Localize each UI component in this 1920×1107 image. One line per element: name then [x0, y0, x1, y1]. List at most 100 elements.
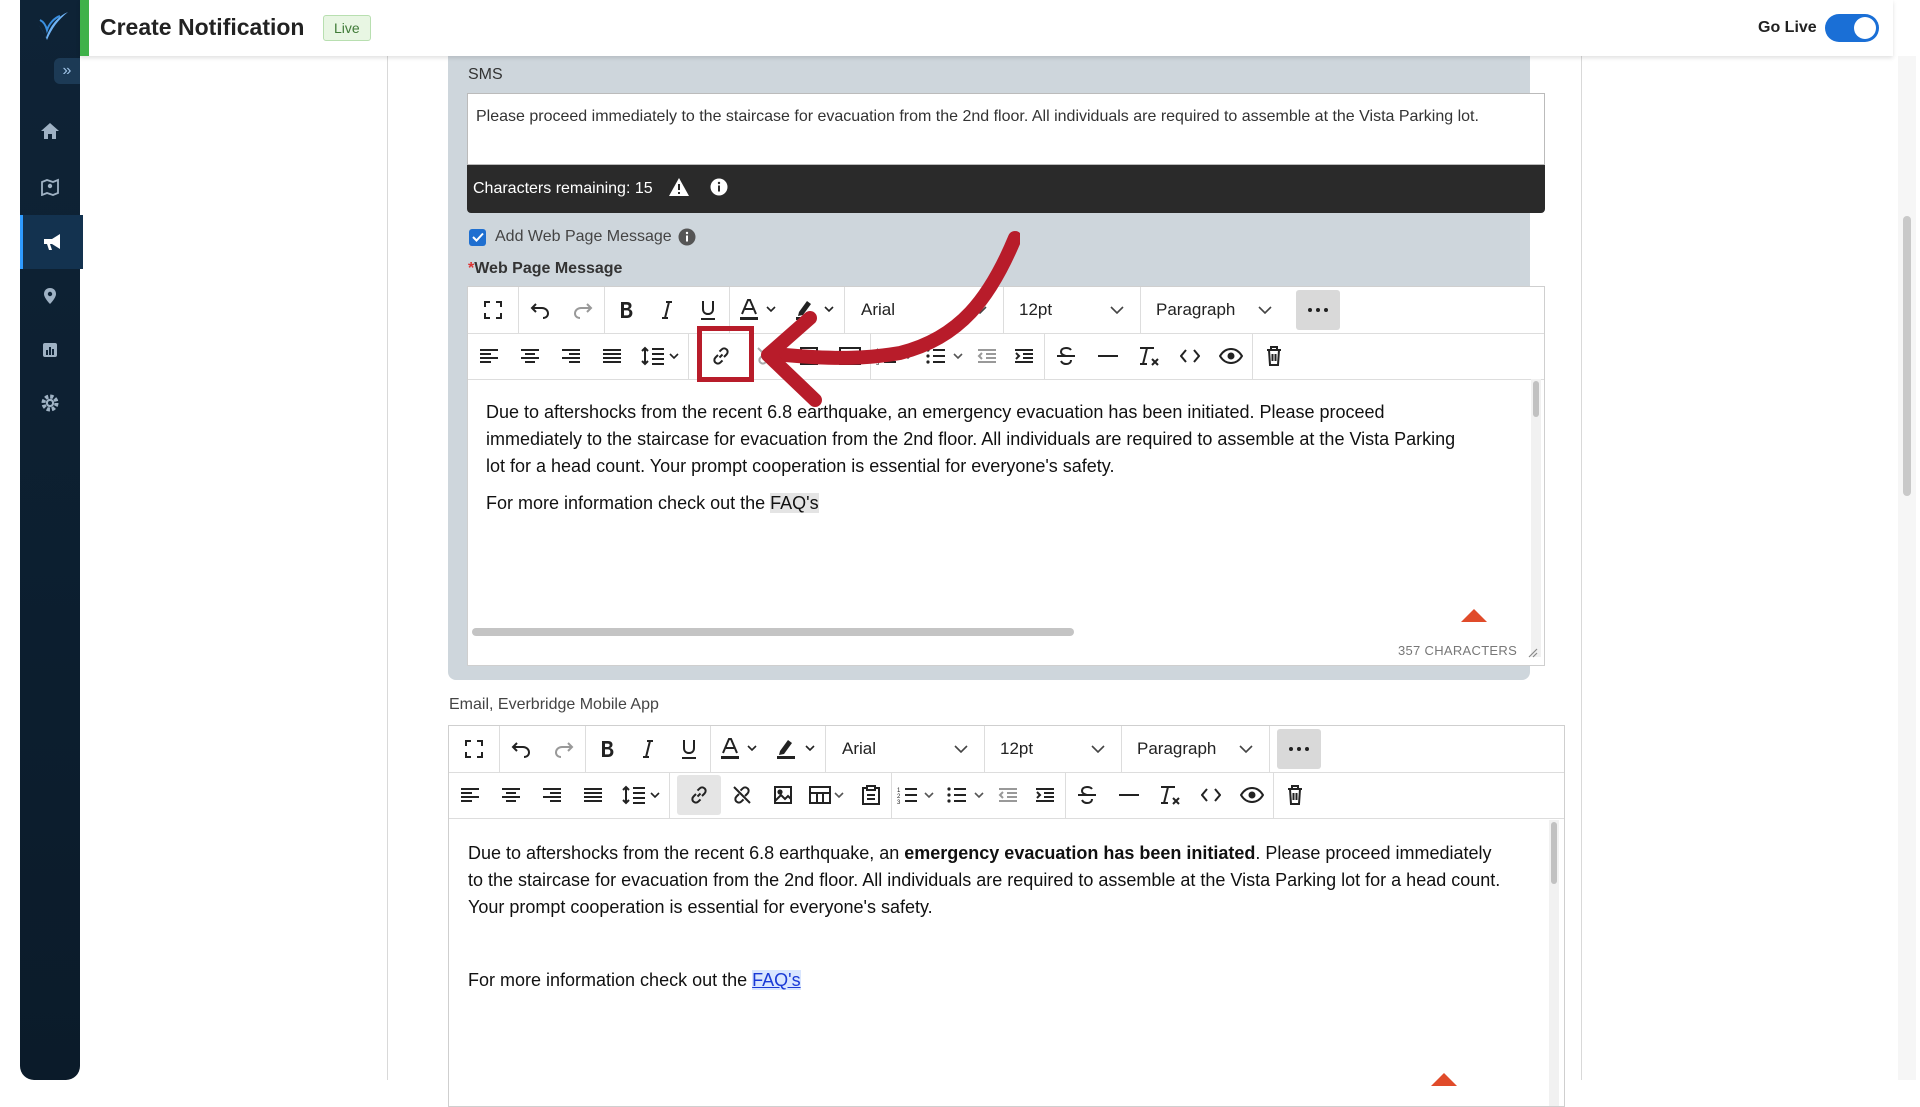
bullet-list-button[interactable] [941, 772, 991, 818]
add-web-page-checkbox[interactable] [469, 228, 486, 246]
page-scrollbar[interactable] [1898, 56, 1916, 1080]
horizontal-rule-button[interactable] [1108, 772, 1149, 818]
block-format-select[interactable]: Paragraph [1121, 726, 1270, 772]
undo-button[interactable] [518, 287, 561, 333]
align-right-button[interactable] [531, 772, 572, 818]
fullscreen-button[interactable] [449, 726, 500, 772]
undo-button[interactable] [499, 726, 542, 772]
strikethrough-icon [1056, 346, 1076, 366]
fullscreen-icon [464, 739, 484, 759]
preview-button[interactable] [1231, 772, 1274, 818]
image-icon [773, 785, 793, 805]
justify-button[interactable] [572, 772, 613, 818]
paste-special-button[interactable] [851, 772, 892, 818]
sidebar: » [20, 0, 83, 1080]
pointer-arrow-icon [760, 228, 1020, 418]
align-left-button[interactable] [449, 772, 490, 818]
italic-button[interactable] [646, 287, 687, 333]
bold-icon [619, 301, 633, 319]
highlight-color-button[interactable] [767, 726, 826, 772]
faq-link[interactable]: FAQ's [770, 493, 819, 513]
italic-button[interactable] [627, 726, 668, 772]
page-scrollbar-thumb[interactable] [1903, 216, 1911, 496]
preview-button[interactable] [1210, 333, 1253, 379]
resize-handle-icon[interactable] [1528, 648, 1538, 658]
font-family-select[interactable]: Arial [826, 726, 985, 772]
bullet-list-icon [947, 786, 985, 804]
web-editor-vscroll[interactable] [1531, 379, 1541, 657]
nav-notifications[interactable] [20, 215, 83, 269]
fullscreen-button[interactable] [468, 287, 519, 333]
nav-settings[interactable] [20, 378, 80, 428]
dot [1308, 308, 1312, 312]
warning-icon [668, 177, 690, 197]
redo-button[interactable] [542, 726, 586, 772]
horizontal-rule-icon [1118, 793, 1139, 797]
insert-link-button[interactable] [677, 775, 721, 815]
nav-locations[interactable] [20, 271, 80, 321]
source-code-button[interactable] [1169, 333, 1210, 379]
more-options-button[interactable] [1296, 290, 1340, 330]
trash-icon [1287, 785, 1303, 805]
web-page-message-label: *Web Page Message [468, 260, 622, 278]
insert-table-button[interactable] [803, 772, 851, 818]
delete-content-button[interactable] [1252, 333, 1296, 379]
delete-content-button[interactable] [1273, 772, 1317, 818]
nav-map[interactable] [20, 162, 80, 212]
insert-image-button[interactable] [762, 772, 803, 818]
clear-formatting-icon [1138, 346, 1160, 366]
web-editor-hscroll-thumb[interactable] [472, 628, 1074, 636]
line-height-icon [621, 785, 661, 805]
align-right-button[interactable] [550, 333, 591, 379]
underline-button[interactable] [668, 726, 711, 772]
redo-button[interactable] [561, 287, 605, 333]
indent-button[interactable] [1025, 772, 1066, 818]
strikethrough-button[interactable] [1065, 772, 1108, 818]
everbridge-logo-icon[interactable] [30, 6, 70, 46]
line-height-button[interactable] [632, 333, 689, 379]
text-color-icon [720, 738, 758, 760]
editor-toolbar-row-2: 123 [449, 772, 1564, 819]
email-editor-content[interactable]: Due to aftershocks from the recent 6.8 e… [449, 840, 1564, 994]
align-center-button[interactable] [490, 772, 531, 818]
go-live-toggle[interactable] [1825, 14, 1879, 42]
expand-sidebar-button[interactable]: » [54, 58, 80, 84]
horizontal-rule-button[interactable] [1087, 333, 1128, 379]
email-editor-vscroll[interactable] [1549, 820, 1559, 1106]
content-divider-right [1581, 56, 1582, 1080]
text-color-button[interactable] [711, 726, 767, 772]
line-height-icon [640, 346, 680, 366]
dot [1324, 308, 1328, 312]
add-web-page-label: Add Web Page Message [495, 228, 672, 245]
clear-formatting-button[interactable] [1149, 772, 1190, 818]
strikethrough-button[interactable] [1044, 333, 1087, 379]
web-editor-vscroll-thumb[interactable] [1533, 381, 1539, 417]
sms-textarea[interactable]: Please proceed immediately to the stairc… [467, 93, 1545, 165]
font-size-select[interactable]: 12pt [984, 726, 1122, 772]
justify-button[interactable] [591, 333, 632, 379]
info-icon[interactable] [710, 178, 728, 196]
align-left-button[interactable] [468, 333, 509, 379]
email-editor-vscroll-thumb[interactable] [1551, 822, 1557, 884]
bold-button[interactable] [605, 287, 646, 333]
sms-text: Please proceed immediately to the stairc… [476, 108, 1479, 125]
source-code-button[interactable] [1190, 772, 1231, 818]
chevron-down-icon [1110, 306, 1124, 314]
nav-home[interactable] [20, 106, 80, 156]
align-left-icon [479, 348, 499, 364]
outdent-button[interactable] [991, 772, 1025, 818]
font-size-select[interactable]: 12pt [1003, 287, 1141, 333]
clear-formatting-button[interactable] [1128, 333, 1169, 379]
faq-link[interactable]: FAQ's [752, 970, 801, 990]
unlink-button[interactable] [721, 772, 762, 818]
live-indicator-bar [80, 0, 89, 56]
more-options-button[interactable] [1277, 729, 1321, 769]
numbered-list-button[interactable]: 123 [891, 772, 941, 818]
bold-button[interactable] [586, 726, 627, 772]
align-center-button[interactable] [509, 333, 550, 379]
info-icon[interactable] [678, 228, 696, 246]
character-count: 357 CHARACTERS [1398, 643, 1518, 658]
block-format-select[interactable]: Paragraph [1140, 287, 1288, 333]
nav-reports[interactable] [20, 325, 80, 375]
line-height-button[interactable] [613, 772, 670, 818]
